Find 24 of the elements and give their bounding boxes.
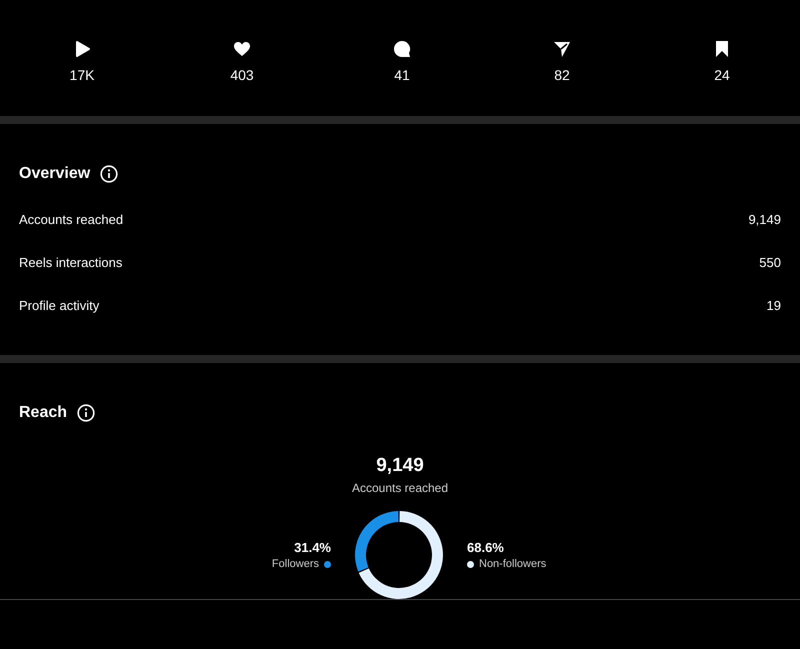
metric-value: 9,149 (748, 212, 781, 228)
metric-label: Accounts reached (19, 212, 124, 228)
metric-label: Profile activity (19, 298, 100, 314)
paper-plane-icon (552, 39, 572, 59)
legend-label: Followers (272, 558, 319, 570)
heart-icon (232, 39, 252, 59)
info-icon[interactable] (100, 165, 118, 183)
total-value: 9,149 (375, 455, 425, 477)
section-title: Overview (19, 165, 90, 183)
section-title: Reach (19, 404, 68, 422)
legend-label: Non-followers (479, 558, 546, 570)
metric-label: Reels interactions (19, 255, 122, 271)
stat-count: 24 (714, 67, 730, 83)
stat-count: 17K (70, 67, 94, 83)
metric-value: 19 (766, 298, 781, 314)
stat-count: 82 (554, 67, 570, 83)
metric-value: 550 (759, 255, 781, 271)
percent-label: 31.4% (294, 540, 331, 555)
total-label: Accounts reached (350, 481, 450, 495)
speech-bubble-icon (392, 39, 412, 59)
percent-label: 68.6% (467, 540, 504, 555)
stat-count: 41 (394, 67, 410, 83)
stat-count: 403 (230, 67, 254, 83)
info-icon[interactable] (77, 404, 96, 422)
